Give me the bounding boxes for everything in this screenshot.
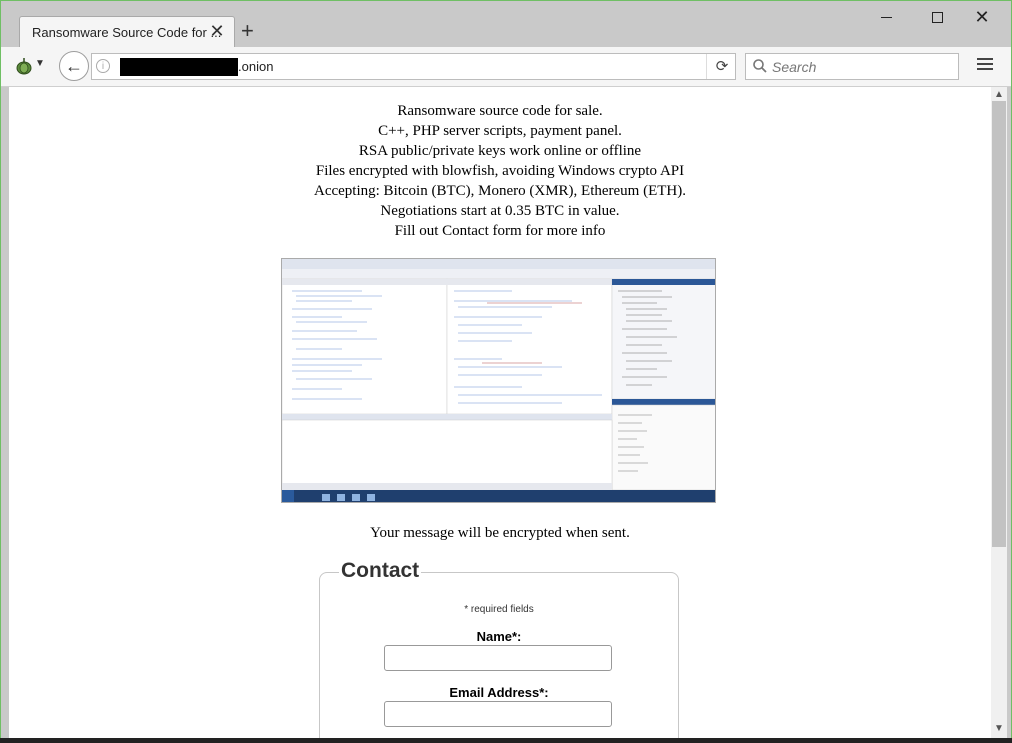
text-line: Ransomware source code for sale. (397, 103, 603, 119)
contact-form-legend: Contact (339, 559, 422, 583)
search-icon (753, 59, 767, 73)
text-line: Files encrypted with blowfish, avoiding … (315, 163, 685, 179)
new-tab-icon[interactable]: + (241, 20, 254, 42)
back-arrow-icon[interactable]: ← (59, 51, 89, 81)
text-line: Accepting: Bitcoin (BTC), Monero (XMR), … (314, 183, 686, 199)
navigation-bar: ▼ ← i .onion ⟳ Search (1, 47, 1011, 87)
search-input[interactable]: Search (745, 53, 959, 80)
search-placeholder: Search (772, 59, 817, 75)
scroll-up-icon[interactable]: ▲ (991, 89, 1007, 100)
onion-menu-chevron-down-icon[interactable]: ▼ (35, 58, 45, 69)
minimize-icon[interactable] (873, 7, 903, 27)
browser-window: Ransomware Source Code for ... ✕ + ✕ ▼ ←… (0, 0, 1012, 743)
scrollbar-thumb[interactable] (992, 101, 1006, 547)
url-bar[interactable]: i .onion ⟳ (91, 53, 736, 80)
page-text: Ransomware source code for sale. C++, PH… (9, 101, 991, 241)
ide-screenshot-image (281, 258, 716, 503)
maximize-icon[interactable] (923, 7, 953, 27)
vertical-scrollbar[interactable]: ▲ ▼ (991, 87, 1007, 739)
name-label: Name*: (476, 629, 522, 644)
tab-close-icon[interactable]: ✕ (208, 21, 226, 41)
info-icon[interactable]: i (96, 59, 110, 73)
text-line: C++, PHP server scripts, payment panel. (378, 123, 622, 139)
text-line: RSA public/private keys work online or o… (358, 143, 642, 159)
email-field[interactable] (384, 701, 612, 727)
scroll-down-icon[interactable]: ▼ (991, 723, 1007, 734)
redacted-domain (120, 58, 238, 76)
text-line: Fill out Contact form for more info (394, 223, 606, 239)
hamburger-menu-icon[interactable] (977, 58, 993, 72)
title-bar: Ransomware Source Code for ... ✕ + ✕ (1, 1, 1011, 47)
browser-tab[interactable]: Ransomware Source Code for ... ✕ (19, 16, 235, 47)
url-suffix: .onion (238, 59, 274, 74)
encryption-notice: Your message will be encrypted when sent… (370, 525, 630, 541)
page-viewport: Ransomware source code for sale. C++, PH… (9, 87, 991, 739)
window-close-icon[interactable]: ✕ (967, 7, 997, 27)
tab-title: Ransomware Source Code for ... (32, 25, 222, 40)
text-line: Negotiations start at 0.35 BTC in value. (380, 203, 620, 219)
taskbar-strip (0, 738, 1012, 743)
name-field[interactable] (384, 645, 612, 671)
onion-icon[interactable] (15, 57, 33, 75)
reload-icon[interactable]: ⟳ (706, 54, 737, 79)
required-fields-note: * required fields (464, 604, 534, 615)
email-label: Email Address*: (449, 685, 549, 700)
